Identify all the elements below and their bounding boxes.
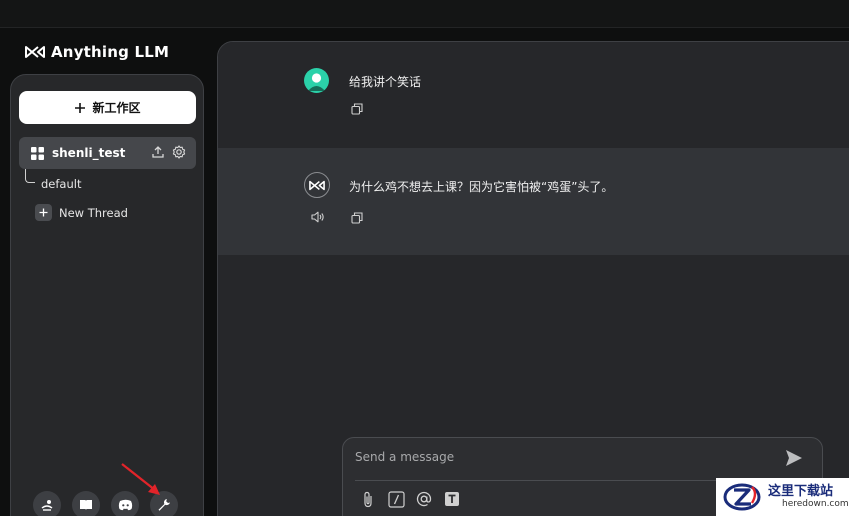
community-hub-icon[interactable] xyxy=(33,491,61,516)
plus-icon xyxy=(35,204,52,221)
sidebar: 新工作区 shenli_test default New Thread xyxy=(10,74,204,516)
docs-book-icon[interactable] xyxy=(72,491,100,516)
window-top-bar xyxy=(0,0,849,28)
user-message-text: 给我讲个笑话 xyxy=(349,75,422,89)
new-workspace-button[interactable]: 新工作区 xyxy=(19,91,196,124)
composer-toolbar xyxy=(359,490,461,508)
attach-icon[interactable] xyxy=(359,490,377,508)
mention-icon[interactable] xyxy=(415,490,433,508)
app-logo: Anything LLM xyxy=(25,42,169,62)
new-thread-button[interactable]: New Thread xyxy=(35,204,128,221)
speaker-icon[interactable] xyxy=(311,211,325,223)
copy-icon[interactable] xyxy=(351,212,363,224)
workspace-grid-icon xyxy=(31,146,44,160)
assistant-message-text: 为什么鸡不想去上课？因为它害怕被“鸡蛋”头了。 xyxy=(349,180,614,194)
chat-message-assistant: 为什么鸡不想去上课？因为它害怕被“鸡蛋”头了。 xyxy=(218,148,849,255)
red-annotation-arrow-icon xyxy=(121,463,160,495)
anything-llm-logo-icon xyxy=(25,46,45,58)
copy-icon[interactable] xyxy=(351,103,363,115)
plus-icon xyxy=(75,102,86,113)
gear-icon[interactable] xyxy=(172,145,186,159)
text-size-icon[interactable] xyxy=(443,490,461,508)
slash-command-icon[interactable] xyxy=(387,490,405,508)
assistant-avatar-icon xyxy=(304,172,330,198)
watermark-title: 这里下载站 xyxy=(768,484,834,499)
thread-item-default[interactable]: default xyxy=(41,177,81,191)
heredown-logo-icon xyxy=(723,483,761,511)
new-thread-label: New Thread xyxy=(59,205,128,220)
site-watermark: 这里下载站 heredown.com xyxy=(716,478,849,516)
watermark-subtitle: heredown.com xyxy=(782,499,849,509)
logo-text: Anything LLM xyxy=(51,43,170,61)
chat-message-user: 给我讲个笑话 xyxy=(218,42,849,146)
send-icon[interactable] xyxy=(784,448,804,472)
workspace-name: shenli_test xyxy=(52,146,126,160)
workspace-item[interactable]: shenli_test xyxy=(19,137,196,169)
new-workspace-label: 新工作区 xyxy=(92,101,141,115)
user-avatar-icon xyxy=(304,68,329,93)
upload-icon[interactable] xyxy=(151,145,165,159)
message-input[interactable] xyxy=(355,444,775,470)
thread-tree-line xyxy=(25,169,35,183)
